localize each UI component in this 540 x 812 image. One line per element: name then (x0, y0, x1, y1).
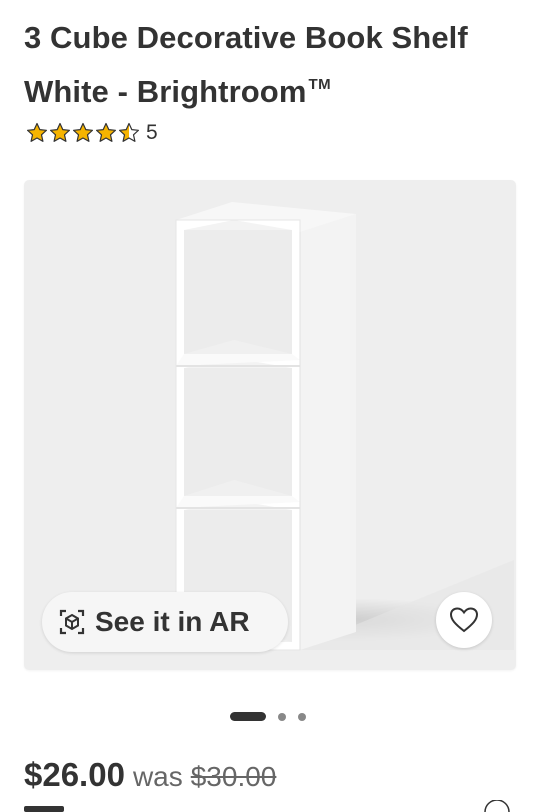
star-half-icon (119, 122, 139, 142)
current-price: $26.00 (24, 756, 125, 793)
carousel-dot-active[interactable] (230, 712, 266, 721)
product-title: 3 Cube Decorative Book Shelf White - Bri… (24, 14, 524, 115)
favorite-button[interactable] (436, 592, 492, 648)
star-full-icon (50, 122, 70, 142)
product-image-gallery[interactable]: See it in AR (24, 180, 516, 670)
rating-count: 5 (146, 121, 158, 144)
star-full-icon (73, 122, 93, 142)
original-price: $30.00 (190, 761, 277, 792)
heart-icon (449, 607, 479, 633)
see-in-ar-button[interactable]: See it in AR (42, 592, 288, 652)
truncated-row (24, 800, 510, 812)
product-title-text: 3 Cube Decorative Book Shelf White - Bri… (24, 20, 468, 109)
star-full-icon (27, 122, 47, 142)
rating-summary[interactable]: 5 (26, 120, 158, 146)
star-full-icon (96, 122, 116, 142)
carousel-dot[interactable] (278, 712, 286, 721)
rating-stars (26, 122, 140, 144)
carousel-indicators (230, 712, 306, 721)
was-label: was (132, 761, 183, 792)
see-in-ar-label: See it in AR (95, 606, 250, 637)
price-row: $26.00 was $30.00 (24, 756, 276, 794)
trademark-mark: TM (308, 76, 332, 93)
ar-cube-icon (59, 609, 85, 635)
carousel-dot[interactable] (298, 712, 306, 721)
